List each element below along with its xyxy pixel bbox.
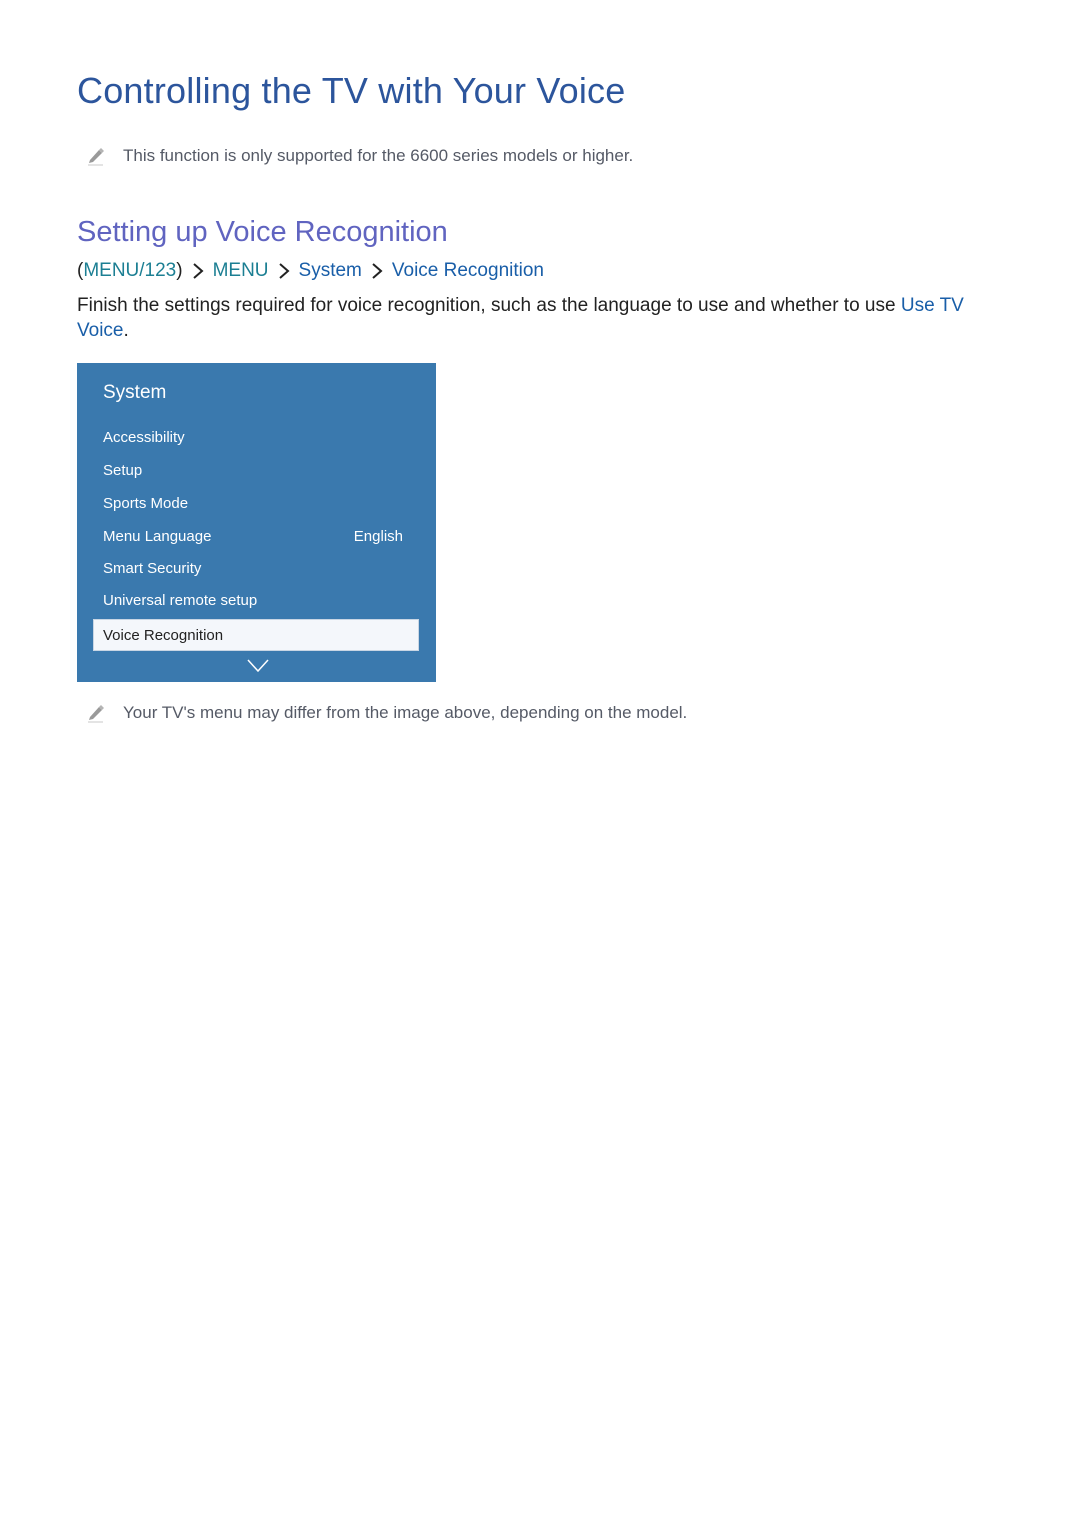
- chevron-down-icon[interactable]: [247, 659, 269, 673]
- menu-item-label: Universal remote setup: [103, 592, 258, 609]
- menu-title: System: [103, 382, 167, 403]
- menu-item-label: Menu Language: [103, 528, 212, 545]
- note-text: This function is only supported for the …: [123, 146, 634, 165]
- menu-item-label: Accessibility: [103, 429, 185, 446]
- menu-item-smart-security[interactable]: Smart Security: [103, 560, 403, 577]
- note-top: This function is only supported for the …: [86, 146, 633, 166]
- menu-item-value: English: [353, 528, 403, 545]
- breadcrumb-paren-close: ): [176, 260, 183, 281]
- note-bottom: Your TV's menu may differ from the image…: [86, 703, 687, 723]
- pencil-note-icon: [86, 703, 106, 723]
- chevron-right-icon: [276, 262, 292, 280]
- breadcrumb-item-menu[interactable]: MENU: [213, 260, 269, 282]
- menu-item-label: Smart Security: [103, 560, 202, 577]
- menu-item-accessibility[interactable]: Accessibility: [103, 429, 403, 446]
- menu-item-label: Voice Recognition: [103, 627, 224, 644]
- page-title: Controlling the TV with Your Voice: [77, 70, 626, 111]
- paragraph-text: Finish the settings required for voice r…: [77, 295, 901, 316]
- breadcrumb-item-system[interactable]: System: [299, 260, 362, 282]
- breadcrumb: (MENU/123) MENU System Voice Recognition: [77, 260, 544, 282]
- breadcrumb-menu-key: MENU/123: [83, 260, 177, 281]
- chevron-right-icon: [369, 262, 385, 280]
- paragraph-end: .: [123, 320, 129, 341]
- system-menu-panel: System Accessibility Setup Sports Mode M…: [77, 363, 436, 682]
- note-text: Your TV's menu may differ from the image…: [123, 703, 688, 722]
- menu-item-menu-language[interactable]: Menu Language English: [103, 528, 403, 545]
- menu-item-label: Sports Mode: [103, 495, 189, 512]
- description-paragraph: Finish the settings required for voice r…: [77, 293, 1002, 343]
- section-title: Setting up Voice Recognition: [77, 216, 448, 248]
- menu-item-universal-remote-setup[interactable]: Universal remote setup: [103, 592, 403, 609]
- menu-item-sports-mode[interactable]: Sports Mode: [103, 495, 403, 512]
- pencil-note-icon: [86, 146, 106, 166]
- breadcrumb-item-voice-recognition[interactable]: Voice Recognition: [392, 260, 544, 282]
- chevron-right-icon: [190, 262, 206, 280]
- menu-item-label: Setup: [103, 462, 143, 479]
- menu-item-setup[interactable]: Setup: [103, 462, 403, 479]
- menu-item-voice-recognition-selected[interactable]: Voice Recognition: [93, 619, 419, 651]
